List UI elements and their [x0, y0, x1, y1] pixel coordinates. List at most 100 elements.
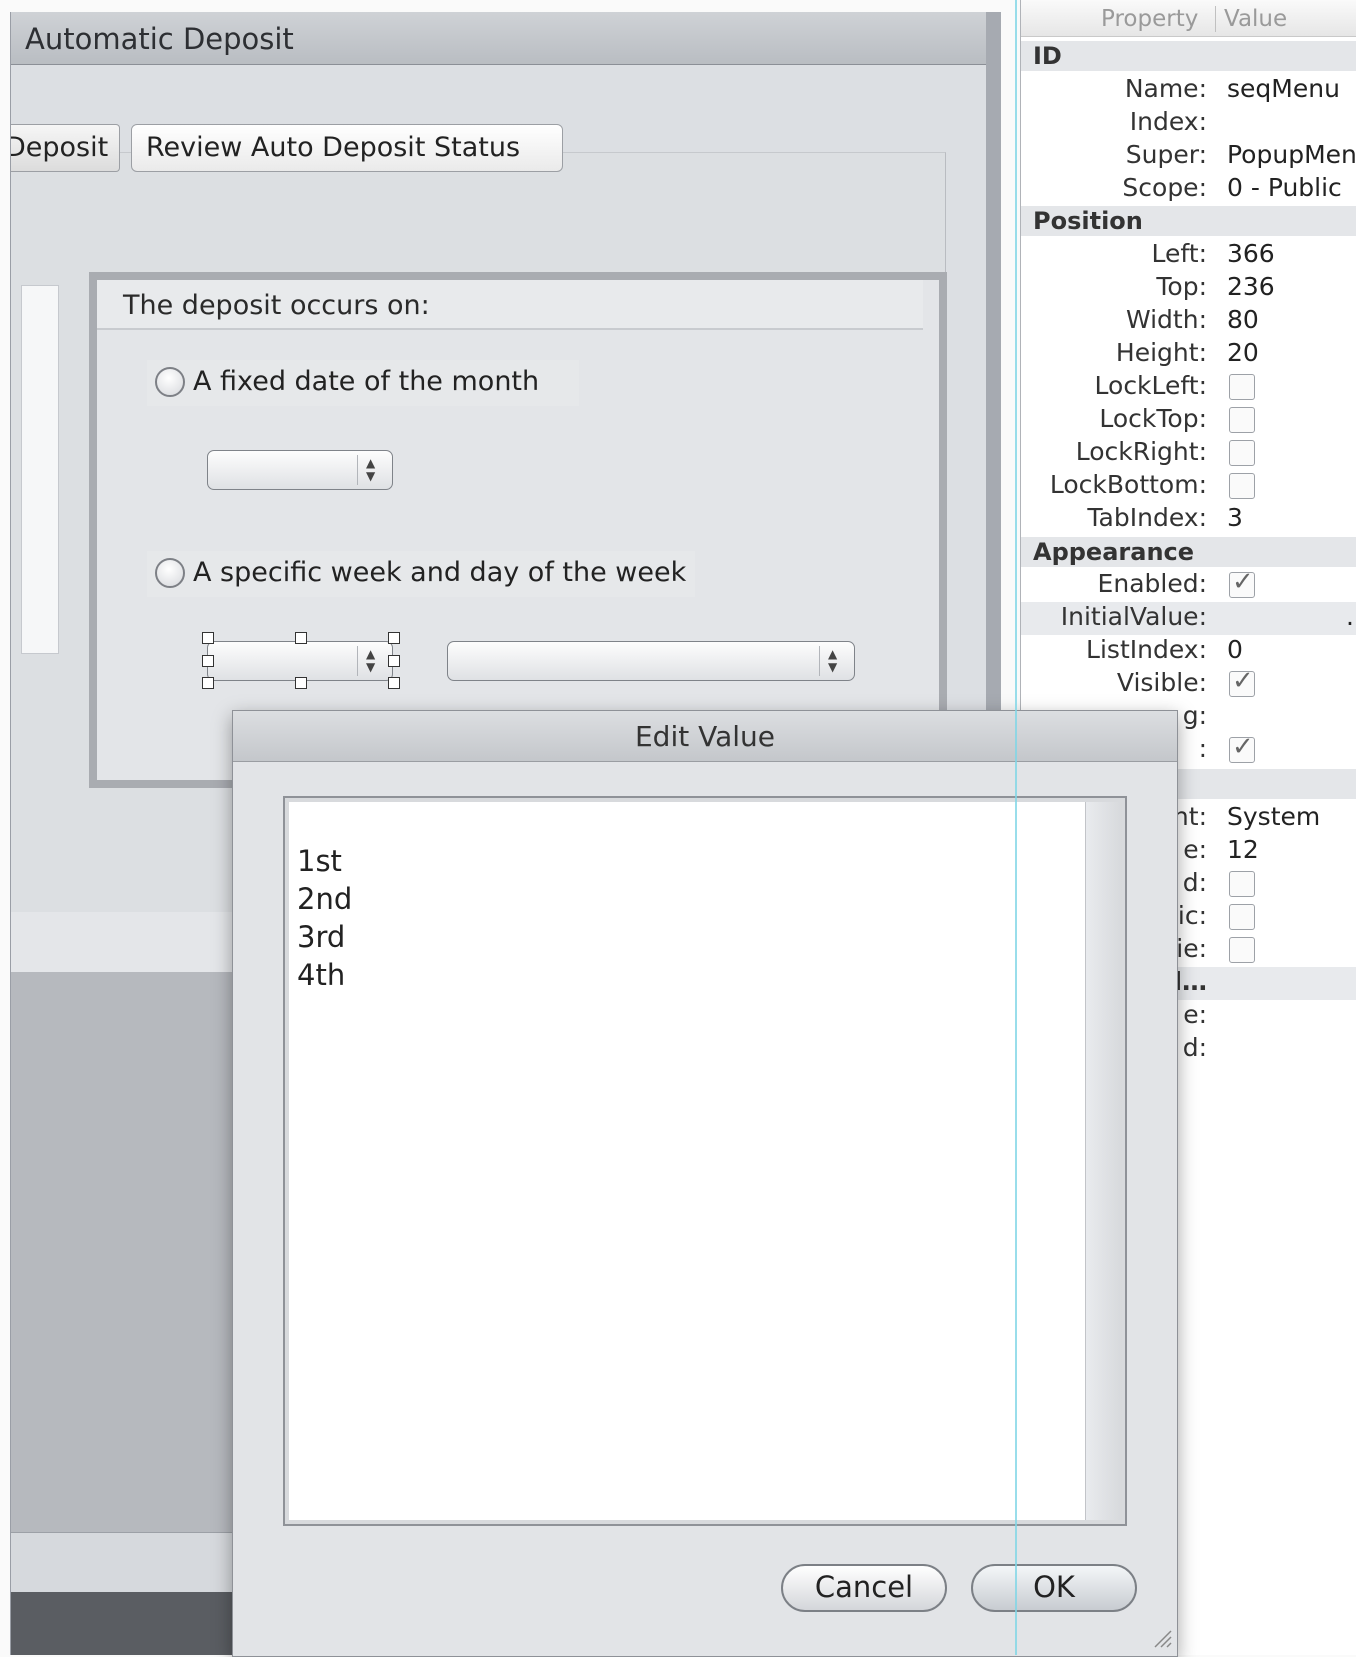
section-id-label: ID	[1033, 42, 1062, 70]
radio-specific-week[interactable]: A specific week and day of the week	[147, 551, 695, 597]
prop-height[interactable]: Height: 20	[1021, 338, 1356, 371]
cancel-button[interactable]: Cancel	[781, 1564, 947, 1612]
prop-tabindex[interactable]: TabIndex: 3	[1021, 503, 1356, 536]
lockleft-checkbox[interactable]	[1229, 374, 1255, 400]
popup-arrows-icon: ▲ ▼	[357, 646, 388, 676]
prop-value[interactable]: 80	[1227, 305, 1259, 334]
property-column-header[interactable]: Property	[1101, 6, 1198, 32]
prop-index[interactable]: Index:	[1021, 107, 1356, 140]
resize-handle[interactable]	[295, 632, 307, 644]
value-line: 2nd	[297, 882, 353, 916]
radio-button-icon[interactable]	[155, 367, 185, 397]
bold-checkbox[interactable]	[1229, 871, 1255, 897]
dialog-titlebar[interactable]: Edit Value	[233, 711, 1177, 762]
day-popup-menu[interactable]: ▲ ▼	[447, 641, 855, 681]
section-id[interactable]: ID	[1021, 41, 1356, 71]
edit-value-dialog: Edit Value 1st 2nd 3rd 4th Cancel OK	[232, 710, 1178, 1657]
resize-handle[interactable]	[388, 677, 400, 689]
prop-key: :	[1198, 734, 1207, 763]
prop-value[interactable]: 12	[1227, 835, 1259, 864]
tab-deposit[interactable]: Deposit	[11, 124, 120, 172]
prop-top[interactable]: Top: 236	[1021, 272, 1356, 305]
prop-width[interactable]: Width: 80	[1021, 305, 1356, 338]
prop-name[interactable]: Name: seqMenu	[1021, 74, 1356, 107]
resize-grip-icon[interactable]	[1151, 1627, 1173, 1649]
enabled-checkbox[interactable]: ✓	[1229, 567, 1255, 598]
resize-handle[interactable]	[202, 655, 214, 667]
prop-enabled[interactable]: Enabled: ✓	[1021, 567, 1356, 602]
visible-checkbox[interactable]: ✓	[1229, 666, 1255, 697]
prop-key: g:	[1182, 701, 1207, 730]
lockbottom-checkbox[interactable]	[1229, 473, 1255, 499]
prop-value[interactable]: seqMenu	[1227, 74, 1340, 103]
prop-key: Visible:	[1116, 668, 1207, 697]
prop-initialvalue[interactable]: InitialValue:...	[1021, 602, 1356, 635]
tab-deposit-label: Deposit	[11, 132, 109, 163]
checkmark-icon: ✓	[1232, 732, 1254, 762]
value-textarea[interactable]: 1st 2nd 3rd 4th	[283, 796, 1127, 1526]
tab-review-auto-deposit-status[interactable]: Review Auto Deposit Status	[131, 124, 563, 172]
prop-value[interactable]: 20	[1227, 338, 1259, 367]
radio-button-icon[interactable]	[155, 558, 185, 588]
resize-handle[interactable]	[388, 632, 400, 644]
prop-key: LockTop:	[1099, 404, 1207, 433]
prop-key: ListIndex:	[1086, 635, 1207, 664]
resize-handle[interactable]	[388, 655, 400, 667]
prop-key: Top:	[1156, 272, 1207, 301]
prop-key: LockLeft:	[1094, 371, 1207, 400]
prop-key: Height:	[1115, 338, 1207, 367]
window-titlebar[interactable]: Automatic Deposit	[11, 12, 991, 65]
inspector-header: Property Value	[1021, 0, 1356, 37]
side-list-area	[21, 285, 59, 654]
date-popup-menu[interactable]: ▲ ▼	[207, 450, 393, 490]
prop-lockright[interactable]: LockRight:	[1021, 437, 1356, 470]
partial-checkbox[interactable]: ✓	[1229, 732, 1255, 763]
prop-key: ic:	[1177, 901, 1207, 930]
prop-value[interactable]: PopupMen	[1227, 140, 1356, 169]
value-column-header[interactable]: Value	[1215, 6, 1287, 32]
prop-key: d:	[1182, 868, 1207, 897]
prop-key: LockRight:	[1075, 437, 1207, 466]
prop-key: Name:	[1124, 74, 1207, 103]
prop-value[interactable]: 366	[1227, 239, 1275, 268]
textarea-scrollbar[interactable]	[1085, 802, 1122, 1520]
prop-key: e:	[1183, 1000, 1207, 1029]
prop-key: Enabled:	[1097, 569, 1207, 598]
italic-checkbox[interactable]	[1229, 904, 1255, 930]
prop-value[interactable]: 236	[1227, 272, 1275, 301]
underline-checkbox[interactable]	[1229, 937, 1255, 963]
section-appearance[interactable]: Appearance	[1021, 537, 1356, 567]
alignment-guide-line	[1015, 0, 1017, 1655]
radio-fixed-date[interactable]: A fixed date of the month	[147, 360, 579, 406]
radio-fixed-date-label: A fixed date of the month	[193, 366, 540, 397]
prop-key: ie:	[1176, 934, 1207, 963]
value-line: 1st	[297, 844, 342, 878]
prop-value[interactable]: ...	[1346, 602, 1356, 631]
prop-lockleft[interactable]: LockLeft:	[1021, 371, 1356, 404]
prop-locktop[interactable]: LockTop:	[1021, 404, 1356, 437]
prop-lockbottom[interactable]: LockBottom:	[1021, 470, 1356, 503]
prop-left[interactable]: Left: 366	[1021, 239, 1356, 272]
prop-value[interactable]: 0 - Public	[1227, 173, 1342, 202]
prop-super[interactable]: Super: PopupMen	[1021, 140, 1356, 173]
lockright-checkbox[interactable]	[1229, 440, 1255, 466]
prop-key: d:	[1182, 1033, 1207, 1062]
popup-arrows-icon: ▲ ▼	[819, 646, 850, 676]
prop-key: Super:	[1125, 140, 1207, 169]
window-title: Automatic Deposit	[25, 22, 294, 56]
resize-handle[interactable]	[295, 677, 307, 689]
prop-value[interactable]: 3	[1227, 503, 1243, 532]
locktop-checkbox[interactable]	[1229, 407, 1255, 433]
dialog-title: Edit Value	[634, 720, 775, 753]
resize-handle[interactable]	[202, 677, 214, 689]
prop-scope[interactable]: Scope: 0 - Public	[1021, 173, 1356, 206]
section-position[interactable]: Position	[1021, 206, 1356, 236]
prop-visible[interactable]: Visible: ✓	[1021, 666, 1356, 701]
prop-value[interactable]: 0	[1227, 635, 1243, 664]
popup-arrows-icon: ▲ ▼	[357, 455, 388, 485]
ok-button[interactable]: OK	[971, 1564, 1137, 1612]
prop-value[interactable]: System	[1227, 802, 1320, 831]
resize-handle[interactable]	[202, 632, 214, 644]
seq-popup-menu[interactable]: ▲ ▼	[202, 632, 400, 689]
prop-listindex[interactable]: ListIndex: 0	[1021, 635, 1356, 668]
